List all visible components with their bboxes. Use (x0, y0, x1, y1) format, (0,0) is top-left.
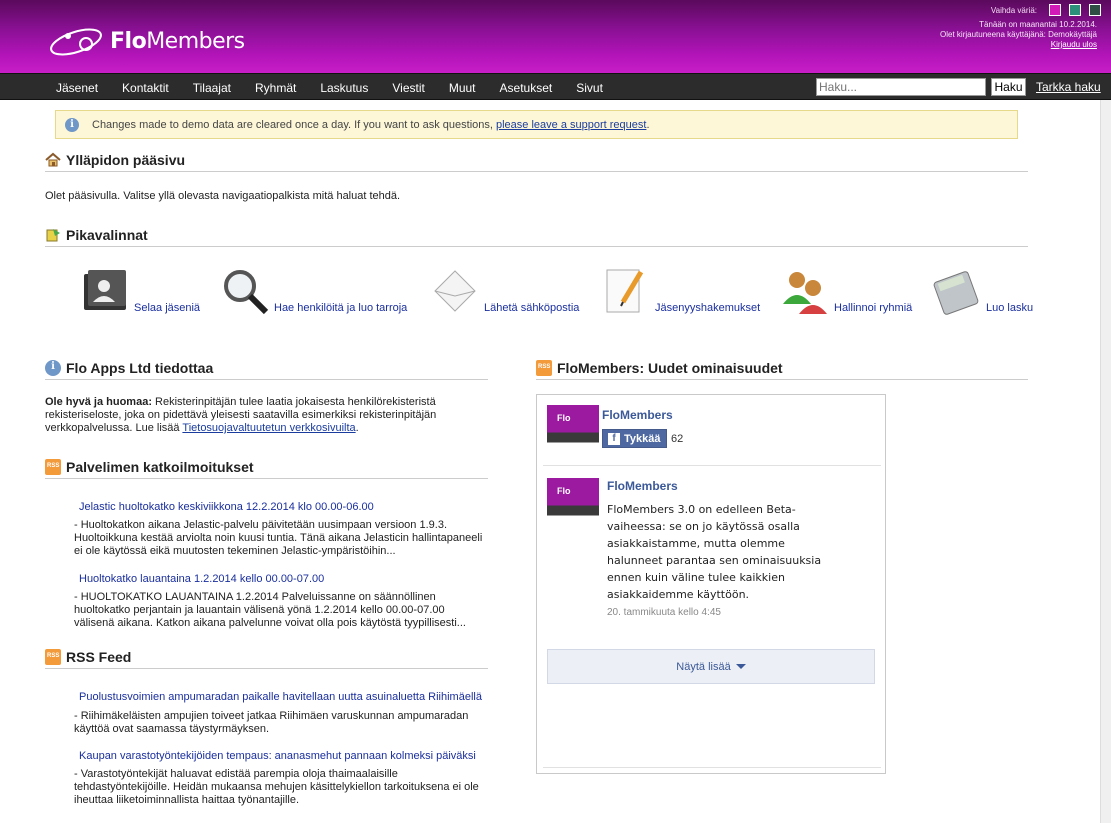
rss-icon (45, 459, 61, 475)
show-more-button[interactable]: Näytä lisää (547, 649, 875, 684)
intro-text: Olet pääsivulla. Valitse yllä olevasta n… (45, 190, 401, 202)
divider (543, 767, 881, 768)
home-icon (45, 152, 61, 167)
quick-label: Luo lasku (986, 302, 1034, 314)
flomembers-logo[interactable]: FloMembers (48, 22, 245, 62)
notice-text: Changes made to demo data are cleared on… (92, 118, 650, 131)
outage-link[interactable]: Jelastic huoltokatko keskiviikkona 12.2.… (79, 501, 374, 513)
rss-item-summary: - Riihimäkeläisten ampujien toiveet jatk… (74, 710, 469, 735)
support-request-link[interactable]: please leave a support request (496, 119, 646, 131)
demo-notice: i Changes made to demo data are cleared … (55, 110, 1018, 139)
color-swatch-pink[interactable] (1049, 4, 1061, 16)
quick-label: Selaa jäseniä (134, 302, 201, 314)
nav-item-pages[interactable]: Sivut (564, 81, 615, 95)
color-swatch-teal[interactable] (1069, 4, 1081, 16)
search-input[interactable] (816, 78, 986, 96)
announcement-text: Ole hyvä ja huomaa: Rekisterinpitäjän tu… (45, 396, 437, 434)
quick-create-invoice[interactable]: Luo lasku (932, 266, 1033, 316)
document-pen-icon (606, 269, 644, 313)
quick-label: Hallinnoi ryhmiä (834, 302, 913, 314)
like-button[interactable]: f Tykkää (602, 429, 667, 448)
page-title: Ylläpidon pääsivu (45, 152, 1028, 172)
group-users-icon (783, 272, 827, 314)
like-count: 62 (671, 433, 684, 445)
quick-manage-groups[interactable]: Hallinnoi ryhmiä (780, 266, 912, 316)
quick-send-email[interactable]: Lähetä sähköpostia (430, 266, 579, 316)
post-thumbnail[interactable]: Flo (547, 478, 599, 528)
info-icon: i (65, 117, 79, 132)
rss-item-summary: - Varastotyöntekijät haluavat edistää pa… (74, 768, 479, 806)
facebook-page-widget: Flo FloMembers f Tykkää 62 Flo FloMember… (536, 394, 886, 774)
nav-item-billing[interactable]: Laskutus (308, 81, 380, 95)
color-picker-label: Vaihda väriä: (990, 5, 1037, 15)
logo-text: FloMembers (110, 29, 245, 54)
rss-item-link[interactable]: Kaupan varastotyöntekijöiden tempaus: an… (79, 750, 476, 762)
post-text: FloMembers 3.0 on edelleen Beta-vaiheess… (607, 503, 822, 601)
announcements-heading: i Flo Apps Ltd tiedottaa (45, 360, 488, 380)
divider (543, 465, 881, 466)
outage-link[interactable]: Huoltokatko lauantaina 1.2.2014 kello 00… (79, 573, 324, 585)
info-icon: i (45, 360, 61, 376)
post-author[interactable]: FloMembers (607, 479, 678, 493)
magnifier-icon (224, 270, 269, 315)
advanced-search-link[interactable]: Tarkka haku (1036, 80, 1101, 94)
date-line: Tänään on maanantai 10.2.2014. (979, 20, 1097, 29)
quick-applications[interactable]: Jäsenyyshakemukset (601, 266, 760, 316)
quick-label: Jäsenyyshakemukset (655, 302, 761, 314)
nav-item-contacts[interactable]: Kontaktit (110, 81, 181, 95)
app-header: FloMembers Vaihda väriä: Tänään on maana… (0, 0, 1111, 73)
envelope-icon (434, 270, 476, 312)
rss-icon (45, 649, 61, 665)
nav-items: Jäsenet Kontaktit Tilaajat Ryhmät Laskut… (44, 74, 615, 101)
facebook-page-name[interactable]: FloMembers (602, 408, 673, 422)
calculator-icon (933, 271, 979, 315)
nav-item-groups[interactable]: Ryhmät (243, 81, 308, 95)
page-thumbnail[interactable]: Flo (547, 405, 599, 455)
user-line: Olet kirjautuneena käyttäjänä: Demokäytt… (940, 30, 1097, 39)
logout-link[interactable]: Kirjaudu ulos (1051, 40, 1097, 49)
chevron-down-icon (735, 664, 746, 669)
rss-heading: RSS Feed (45, 649, 488, 669)
nav-item-other[interactable]: Muut (437, 81, 488, 95)
privacy-ombudsman-link[interactable]: Tietosuojavaltuutetun verkkosivuilta (182, 422, 355, 434)
outages-heading: Palvelimen katkoilmoitukset (45, 459, 488, 479)
post-timestamp[interactable]: 20. tammikuuta kello 4:45 (607, 607, 721, 618)
nav-item-messages[interactable]: Viestit (380, 81, 436, 95)
quick-links-heading: Pikavalinnat (45, 227, 1028, 247)
rss-item-link[interactable]: Puolustusvoimien ampumaradan paikalle ha… (79, 691, 482, 703)
quick-label: Hae henkilöitä ja luo tarroja (274, 302, 408, 314)
nav-item-settings[interactable]: Asetukset (488, 81, 565, 95)
quick-links-icon (46, 229, 60, 242)
page-scrollbar[interactable] (1100, 100, 1111, 823)
members-folder-icon (84, 270, 126, 310)
logo-orbit-icon (50, 28, 102, 56)
quick-label: Lähetä sähköpostia (484, 302, 580, 314)
quick-browse-members[interactable]: Selaa jäseniä (80, 266, 200, 316)
main-nav: Jäsenet Kontaktit Tilaajat Ryhmät Laskut… (0, 73, 1111, 100)
search-button[interactable]: Haku (991, 78, 1026, 96)
nav-item-members[interactable]: Jäsenet (44, 81, 110, 95)
nav-item-subscribers[interactable]: Tilaajat (181, 81, 243, 95)
quick-search-persons[interactable]: Hae henkilöitä ja luo tarroja (220, 266, 407, 316)
color-picker: Vaihda väriä: (991, 4, 1101, 16)
rss-icon (536, 360, 552, 376)
features-heading: FloMembers: Uudet ominaisuudet (536, 360, 1028, 380)
color-swatch-green[interactable] (1089, 4, 1101, 16)
facebook-icon: f (608, 432, 620, 445)
user-info: Tänään on maanantai 10.2.2014. Olet kirj… (940, 20, 1097, 50)
outage-summary: - Huoltokatkon aikana Jelastic-palvelu p… (74, 519, 483, 557)
outage-summary: - HUOLTOKATKO LAUANTAINA 1.2.2014 Palvel… (74, 591, 466, 629)
